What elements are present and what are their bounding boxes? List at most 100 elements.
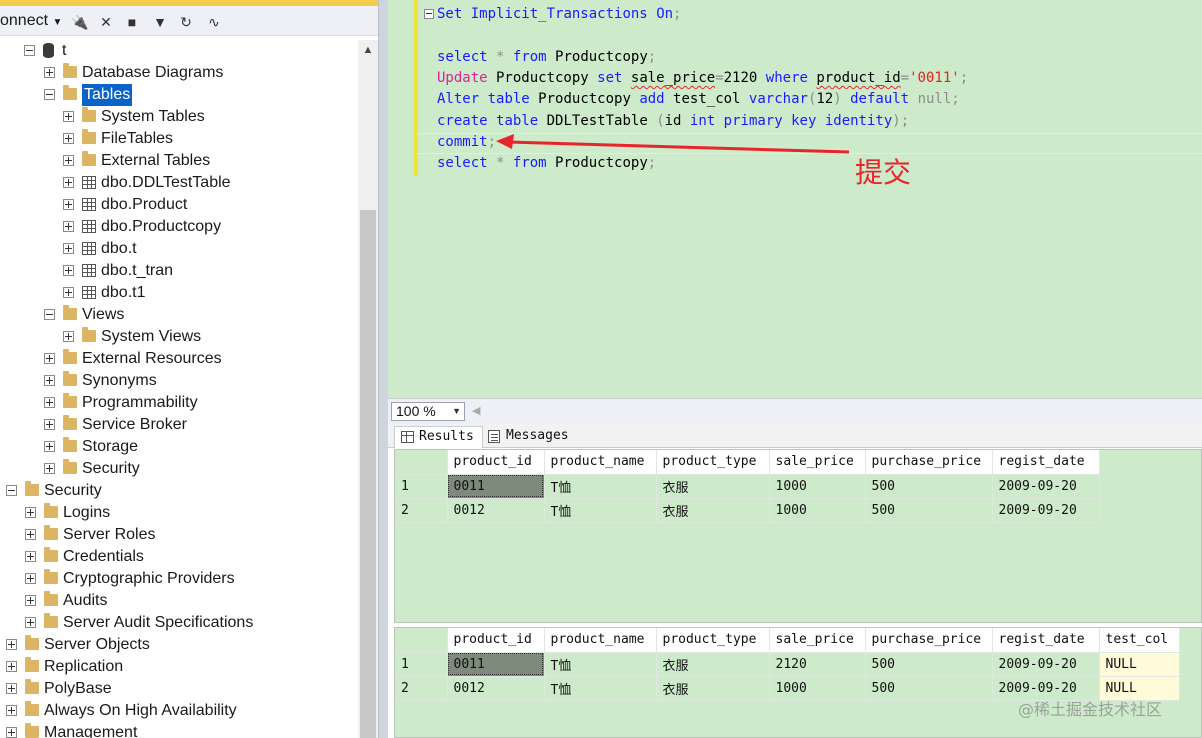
expand-icon[interactable] xyxy=(63,199,74,210)
expand-icon[interactable] xyxy=(25,573,36,584)
column-header[interactable]: product_name xyxy=(544,450,657,475)
grid-cell[interactable]: 衣服 xyxy=(656,498,770,523)
tree-node[interactable]: Synonyms xyxy=(0,370,358,392)
expand-icon[interactable] xyxy=(25,595,36,606)
tree-node[interactable]: External Resources xyxy=(0,348,358,370)
expand-icon[interactable] xyxy=(6,683,17,694)
collapse-icon[interactable] xyxy=(24,45,35,56)
tree-node[interactable]: Server Roles xyxy=(0,524,358,546)
grid-cell[interactable]: 2009-09-20 xyxy=(992,474,1100,499)
expand-icon[interactable] xyxy=(44,463,55,474)
grid-cell[interactable]: 1000 xyxy=(769,498,866,523)
grid-cell[interactable]: 500 xyxy=(865,474,993,499)
tree-node[interactable]: Programmability xyxy=(0,392,358,414)
column-header[interactable]: product_name xyxy=(544,628,657,653)
results-grid-1[interactable]: product_id product_name product_type sale_p… xyxy=(395,450,1100,523)
collapse-icon[interactable] xyxy=(6,485,17,496)
scroll-up-icon[interactable]: ▲ xyxy=(360,42,376,58)
table-row[interactable]: 1 0011 T恤 衣服 2120 500 2009-09-20 NULL xyxy=(395,652,1180,677)
expand-icon[interactable] xyxy=(44,397,55,408)
column-header[interactable]: product_type xyxy=(656,628,770,653)
expand-icon[interactable] xyxy=(44,375,55,386)
row-number[interactable]: 2 xyxy=(395,498,448,523)
grid-cell[interactable]: T恤 xyxy=(544,676,657,701)
tree-node[interactable]: dbo.t1 xyxy=(0,282,358,304)
grid-cell[interactable]: 1000 xyxy=(769,676,866,701)
pane-splitter[interactable] xyxy=(378,0,388,738)
zoom-select[interactable]: 100 % ▼ xyxy=(391,402,465,421)
tree-node[interactable]: dbo.Product xyxy=(0,194,358,216)
expand-icon[interactable] xyxy=(63,111,74,122)
grid-cell[interactable]: NULL xyxy=(1099,652,1180,677)
grid-cell[interactable]: 0011 xyxy=(447,474,545,499)
grid-corner[interactable] xyxy=(395,450,448,475)
connect-button[interactable]: onnect ▼ xyxy=(0,10,62,32)
grid-cell[interactable]: 1000 xyxy=(769,474,866,499)
row-number[interactable]: 1 xyxy=(395,474,448,499)
grid-cell[interactable]: 0011 xyxy=(447,652,545,677)
grid-cell[interactable]: T恤 xyxy=(544,498,657,523)
expand-icon[interactable] xyxy=(63,243,74,254)
expand-icon[interactable] xyxy=(6,727,17,738)
tab-messages[interactable]: Messages xyxy=(482,426,577,448)
row-number[interactable]: 2 xyxy=(395,676,448,701)
expand-icon[interactable] xyxy=(6,661,17,672)
tree-node[interactable]: External Tables xyxy=(0,150,358,172)
grid-cell[interactable]: 2120 xyxy=(769,652,866,677)
column-header[interactable]: product_type xyxy=(656,450,770,475)
expand-icon[interactable] xyxy=(25,617,36,628)
grid-cell[interactable]: 500 xyxy=(865,676,993,701)
tree-node[interactable]: Replication xyxy=(0,656,358,678)
expand-icon[interactable] xyxy=(44,353,55,364)
tree-node[interactable]: dbo.Productcopy xyxy=(0,216,358,238)
tree-node[interactable]: Database Diagrams xyxy=(0,62,358,84)
query-editor[interactable]: Set Implicit_Transactions On; select * fr… xyxy=(388,0,1202,398)
grid-cell[interactable]: 2009-09-20 xyxy=(992,498,1100,523)
expand-icon[interactable] xyxy=(6,705,17,716)
filter-icon[interactable]: ▼ xyxy=(150,12,170,32)
grid-cell[interactable]: 衣服 xyxy=(656,474,770,499)
grid-cell[interactable]: 0012 xyxy=(447,676,545,701)
grid-corner[interactable] xyxy=(395,628,448,653)
column-header[interactable]: sale_price xyxy=(769,450,866,475)
column-header[interactable]: regist_date xyxy=(992,450,1100,475)
tree-node[interactable]: Tables xyxy=(0,84,358,106)
column-header[interactable]: product_id xyxy=(447,450,545,475)
grid-cell[interactable]: 500 xyxy=(865,498,993,523)
tree-node[interactable]: Views xyxy=(0,304,358,326)
expand-icon[interactable] xyxy=(25,529,36,540)
tree-node[interactable]: FileTables xyxy=(0,128,358,150)
tree-node[interactable]: t xyxy=(0,40,358,62)
tree-node[interactable]: Audits xyxy=(0,590,358,612)
tree-node[interactable]: Server Objects xyxy=(0,634,358,656)
column-header[interactable]: product_id xyxy=(447,628,545,653)
grid-cell[interactable]: 2009-09-20 xyxy=(992,652,1100,677)
refresh-icon[interactable]: ↻ xyxy=(176,12,196,32)
collapse-icon[interactable] xyxy=(44,309,55,320)
column-header[interactable]: sale_price xyxy=(769,628,866,653)
expand-icon[interactable] xyxy=(63,287,74,298)
tree-node[interactable]: dbo.t xyxy=(0,238,358,260)
grid-cell[interactable]: T恤 xyxy=(544,652,657,677)
vertical-scrollbar[interactable]: ▲ xyxy=(358,40,378,738)
tree-node[interactable]: PolyBase xyxy=(0,678,358,700)
scroll-left-icon[interactable]: ◀ xyxy=(472,404,480,417)
table-row[interactable]: 2 0012 T恤 衣服 1000 500 2009-09-20 xyxy=(395,498,1100,523)
disconnect-icon[interactable]: ✕ xyxy=(96,12,116,32)
collapse-icon[interactable] xyxy=(44,89,55,100)
tree-node[interactable]: System Tables xyxy=(0,106,358,128)
expand-icon[interactable] xyxy=(63,331,74,342)
tree-node[interactable]: Storage xyxy=(0,436,358,458)
column-header[interactable]: test_col xyxy=(1099,628,1180,653)
grid-cell[interactable]: 衣服 xyxy=(656,652,770,677)
row-number[interactable]: 1 xyxy=(395,652,448,677)
tree-node[interactable]: Security xyxy=(0,458,358,480)
tree-node[interactable]: Security xyxy=(0,480,358,502)
expand-icon[interactable] xyxy=(63,155,74,166)
table-row[interactable]: 1 0011 T恤 衣服 1000 500 2009-09-20 xyxy=(395,474,1100,499)
expand-icon[interactable] xyxy=(63,133,74,144)
tree-node[interactable]: Service Broker xyxy=(0,414,358,436)
tree-node[interactable]: dbo.DDLTestTable xyxy=(0,172,358,194)
tree-node[interactable]: Cryptographic Providers xyxy=(0,568,358,590)
tree-node[interactable]: Always On High Availability xyxy=(0,700,358,722)
